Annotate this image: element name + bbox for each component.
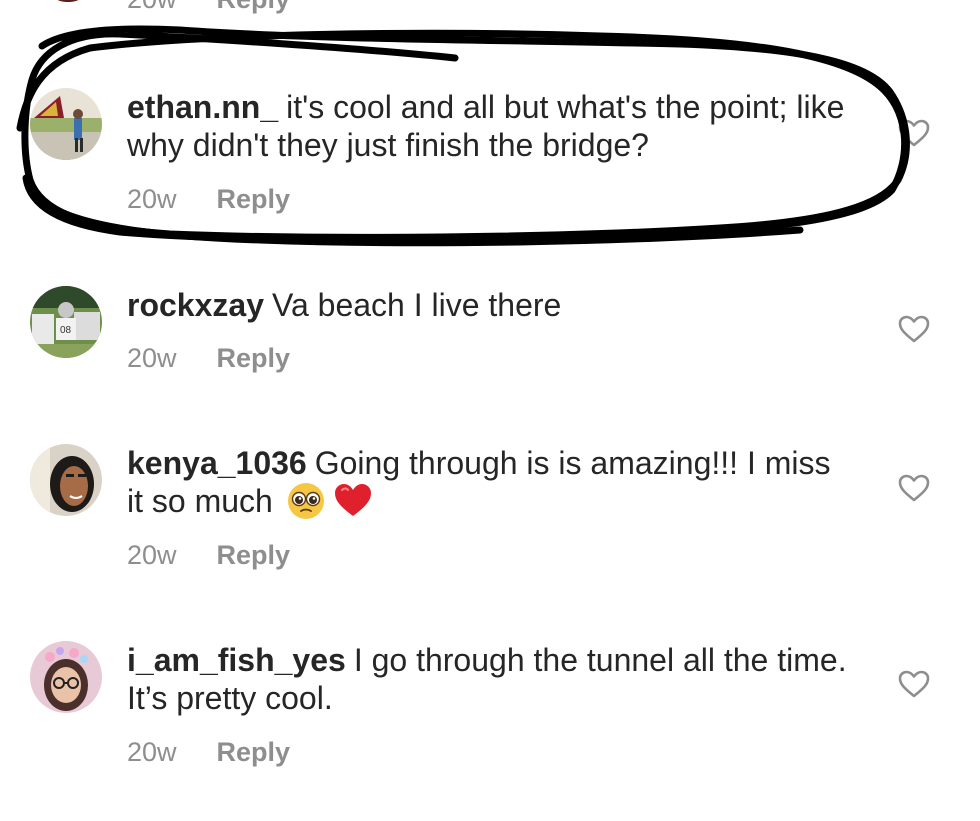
avatar-image [30, 88, 102, 160]
comment-body: kenya_1036 Going through is is amazing!!!… [127, 444, 847, 520]
avatar[interactable] [30, 88, 102, 160]
pleading-face-emoji [287, 483, 324, 519]
avatar[interactable] [30, 444, 102, 516]
reply-button[interactable]: Reply [217, 0, 291, 15]
comment-meta: 20w Reply [127, 184, 290, 215]
avatar-image [30, 444, 102, 516]
avatar[interactable] [30, 641, 102, 713]
reply-button[interactable]: Reply [217, 540, 291, 571]
avatar[interactable]: 08 [30, 286, 102, 358]
comment-body: ethan.nn_ it's cool and all but what's th… [127, 88, 847, 164]
comment-text: Va beach I live there [271, 287, 562, 323]
comment-meta: 20w Reply [127, 737, 290, 768]
previous-comment: 20w Reply [0, 0, 980, 24]
comment-time: 20w [127, 184, 177, 214]
avatar-image [30, 641, 102, 713]
comment-body: i_am_fish_yes I go through the tunnel all… [127, 641, 847, 717]
comment-username[interactable]: i_am_fish_yes [127, 642, 346, 678]
reply-button[interactable]: Reply [217, 184, 291, 215]
comment-time: 20w [127, 343, 177, 373]
heart-outline-icon[interactable] [898, 669, 930, 699]
comment-username[interactable]: ethan.nn_ [127, 89, 278, 125]
heart-outline-icon[interactable] [898, 118, 930, 148]
comment-meta: 20w Reply [127, 540, 290, 571]
heart-outline-icon[interactable] [898, 473, 930, 503]
comment-username[interactable]: rockxzay [127, 287, 264, 323]
comment-body: rockxzay Va beach I live there [127, 286, 847, 324]
comment-meta: 20w Reply [127, 343, 290, 374]
comment-time: 20w [127, 0, 177, 15]
reply-button[interactable]: Reply [217, 343, 291, 374]
heart-outline-icon[interactable] [898, 314, 930, 344]
red-heart-emoji [334, 484, 371, 516]
comment-time: 20w [127, 540, 177, 570]
comment-meta: 20w Reply [127, 0, 290, 15]
avatar[interactable] [48, 0, 88, 2]
comment-username[interactable]: kenya_1036 [127, 445, 307, 481]
svg-text:08: 08 [60, 325, 72, 336]
reply-button[interactable]: Reply [217, 737, 291, 768]
comment-time: 20w [127, 737, 177, 767]
avatar-image: 08 [30, 286, 102, 358]
